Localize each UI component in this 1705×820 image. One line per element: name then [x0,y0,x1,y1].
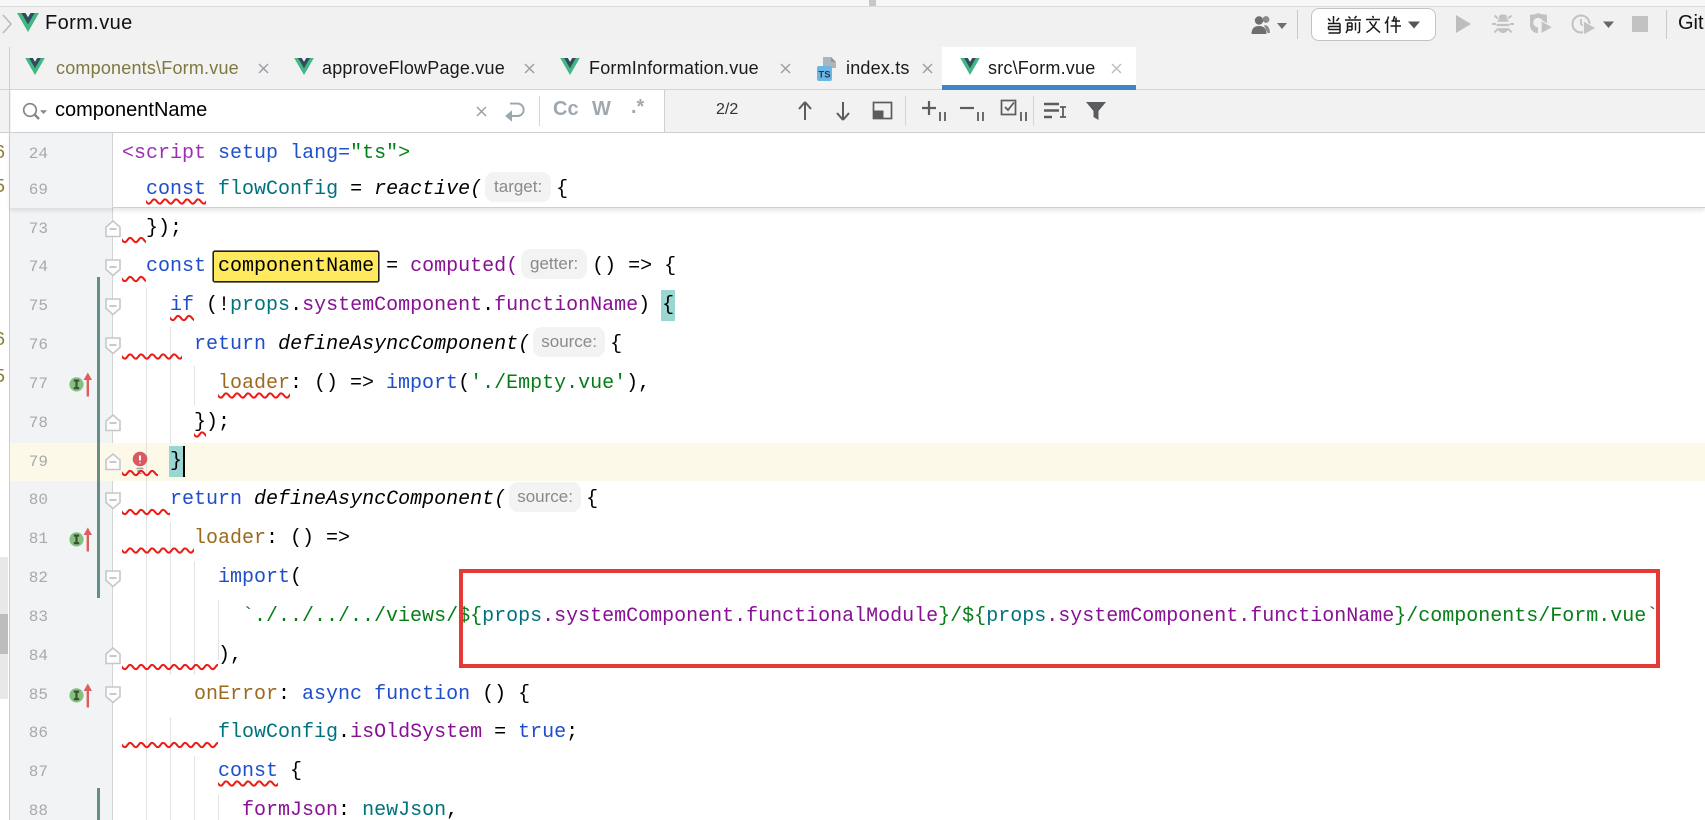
svg-text:TS: TS [818,70,830,81]
